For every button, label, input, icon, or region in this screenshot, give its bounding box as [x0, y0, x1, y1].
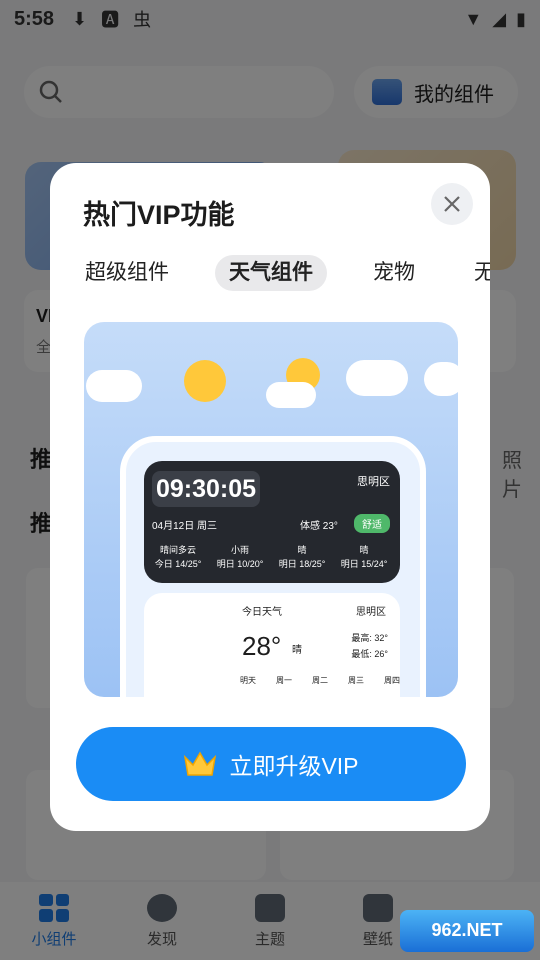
- lite-high: 最高: 32°: [351, 633, 388, 643]
- close-icon: [444, 196, 460, 212]
- forecast-cond: 晴间多云: [159, 545, 196, 555]
- upgrade-vip-label: 立即升级VIP: [229, 753, 359, 779]
- forecast-cond: 晴: [359, 545, 369, 555]
- forecast-day: 小雨明日 10/20°: [210, 543, 270, 571]
- lite-day: 周二: [312, 676, 328, 685]
- lite-low: 最低: 26°: [351, 649, 388, 659]
- watermark-text: 962.NET: [431, 920, 503, 940]
- tab-super-widget[interactable]: 超级组件: [85, 255, 169, 291]
- date-label: 04月12日 周三: [152, 521, 218, 532]
- lite-day: 明天: [240, 676, 256, 685]
- lite-day: 周三: [348, 676, 364, 685]
- forecast-day: 晴明日 18/25°: [272, 543, 332, 571]
- text-icon: 🅰: [101, 10, 120, 30]
- lite-cond: 晴: [292, 645, 302, 656]
- site-watermark: 962.NET: [400, 910, 534, 952]
- forecast-day: 晴明日 15/24°: [334, 543, 394, 571]
- lite-title: 今日天气: [242, 607, 282, 618]
- vip-dialog: 热门VIP功能 超级组件 天气组件 宠物 无 09:30:05 思明区 04月1…: [50, 163, 490, 831]
- dark-weather-widget: 09:30:05 思明区 04月12日 周三 体感 23° 舒适 晴间多云今日 …: [144, 461, 400, 583]
- snow-cloud-icon: [424, 362, 458, 396]
- forecast-temp: 明日 10/20°: [216, 559, 264, 569]
- forecast-day: 晴间多云今日 14/25°: [148, 543, 208, 571]
- dialog-title: 热门VIP功能: [83, 200, 235, 230]
- tab-more[interactable]: 无: [474, 255, 490, 291]
- forecast-temp: 明日 15/24°: [340, 559, 388, 569]
- battery-icon: ▮: [516, 8, 526, 29]
- feels-like-label: 体感 23°: [300, 521, 338, 532]
- signal-icon: ◢: [492, 8, 507, 29]
- tab-pet[interactable]: 宠物: [373, 255, 415, 291]
- tab-weather-widget[interactable]: 天气组件: [215, 255, 327, 291]
- lite-day: 周一: [276, 676, 292, 685]
- forecast-temp: 明日 18/25°: [278, 559, 326, 569]
- forecast-cond: 晴: [297, 545, 307, 555]
- sun-icon: [184, 360, 226, 402]
- bug-icon: 虫: [133, 10, 152, 30]
- status-time: 5:58: [14, 7, 55, 30]
- lite-days: 明天 周一 周二 周三 周四: [240, 675, 400, 686]
- rain-cloud-icon: [346, 360, 408, 396]
- lite-location: 思明区: [356, 607, 386, 618]
- lite-weather-widget: 今日天气 思明区 28° 晴 最高: 32° 最低: 26° 明天 周一 周二 …: [144, 593, 400, 697]
- download-icon: ⬇: [72, 8, 88, 29]
- close-button[interactable]: [431, 183, 473, 225]
- cloud-icon: [86, 370, 142, 402]
- feature-tabs: 超级组件 天气组件 宠物 无: [50, 255, 490, 291]
- status-bar: 5:58 ⬇ 🅰 虫 ▼ ◢ ▮: [0, 0, 540, 38]
- crown-icon: [184, 751, 217, 776]
- lite-temp: 28°: [242, 631, 282, 661]
- lite-day: 周四: [384, 676, 400, 685]
- forecast-temp: 今日 14/25°: [154, 559, 202, 569]
- upgrade-vip-button[interactable]: 立即升级VIP: [76, 727, 466, 801]
- comfort-badge: 舒适: [354, 514, 390, 533]
- clock-display: 09:30:05: [152, 471, 260, 507]
- location-label: 思明区: [357, 476, 390, 488]
- forecast-cond: 小雨: [230, 545, 249, 555]
- cloud-icon: [266, 382, 316, 408]
- wifi-icon: ▼: [464, 8, 483, 29]
